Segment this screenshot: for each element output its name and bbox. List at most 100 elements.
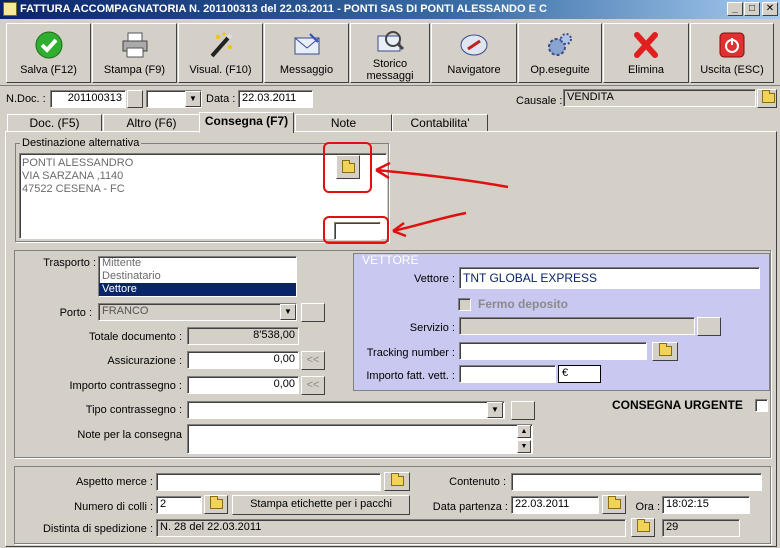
- ora-field[interactable]: 18:02:15: [662, 496, 750, 514]
- distinta-number-field: 29: [662, 519, 740, 537]
- ndoc-field[interactable]: 201100313: [50, 90, 126, 108]
- exit-label: Uscita (ESC): [700, 64, 764, 76]
- close-button[interactable]: ✕: [762, 2, 778, 16]
- consegna-urgente-label: CONSEGNA URGENTE: [612, 398, 743, 412]
- distinta-field: N. 28 del 22.03.2011: [156, 519, 626, 537]
- power-icon: [719, 32, 745, 58]
- causale-label: Causale :: [516, 95, 563, 107]
- importo-vettore-label: Importo fatt. vett. :: [366, 370, 455, 382]
- navigator-label: Navigatore: [447, 64, 501, 76]
- operations-button[interactable]: Op.eseguite: [518, 23, 602, 83]
- vettore-title: VETTORE: [362, 253, 419, 267]
- ora-label: Ora :: [635, 501, 660, 513]
- tipo-contrassegno-label: Tipo contrassegno :: [85, 404, 182, 416]
- tipo-contrassegno-combo[interactable]: [187, 401, 505, 419]
- colli-label: Numero di colli :: [74, 501, 153, 513]
- vettore-field[interactable]: TNT GLOBAL EXPRESS: [459, 267, 760, 289]
- tracking-lookup-button[interactable]: [652, 342, 678, 361]
- delete-button[interactable]: Elimina: [603, 23, 689, 83]
- assicurazione-back-button[interactable]: <<: [301, 351, 325, 370]
- assicurazione-field[interactable]: 0,00: [187, 351, 299, 369]
- aspetto-field[interactable]: [156, 473, 381, 491]
- minimize-button[interactable]: _: [727, 2, 743, 16]
- partenza-label: Data partenza :: [432, 501, 508, 513]
- folder-icon: [637, 519, 650, 532]
- red-x-icon: [634, 32, 658, 58]
- tab-altro[interactable]: Altro (F6): [103, 114, 200, 132]
- print-button[interactable]: Stampa (F9): [92, 23, 177, 83]
- trasporto-option-mittente[interactable]: Mittente: [99, 257, 296, 270]
- tipo-contrassegno-dropdown[interactable]: ▼: [487, 402, 503, 418]
- porto-dropdown[interactable]: ▼: [280, 304, 296, 320]
- ndoc-suffix-dropdown[interactable]: ▼: [185, 91, 201, 107]
- trasporto-listbox[interactable]: Mittente Destinatario Vettore: [98, 256, 297, 297]
- envelope-icon: [294, 33, 319, 55]
- colli-lookup-button[interactable]: [204, 495, 228, 514]
- consegna-urgente-checkbox[interactable]: [755, 399, 768, 412]
- contrassegno-field[interactable]: 0,00: [187, 376, 299, 394]
- tracking-label: Tracking number :: [366, 347, 455, 359]
- stampa-etichette-button[interactable]: Stampa etichette per i pacchi: [232, 495, 410, 515]
- visual-button[interactable]: Visual. (F10): [178, 23, 263, 83]
- message-history-button[interactable]: Storico messaggi: [350, 23, 430, 83]
- tracking-field[interactable]: [459, 342, 647, 360]
- trasporto-option-destinatario[interactable]: Destinatario: [99, 270, 296, 283]
- annotation-box-code: [323, 216, 389, 244]
- aspetto-label: Aspetto merce :: [75, 476, 153, 488]
- aspetto-lookup-button[interactable]: [384, 472, 410, 491]
- note-scroll-down[interactable]: ▼: [517, 440, 531, 453]
- ndoc-lookup-button[interactable]: [127, 90, 143, 108]
- porto-lookup-button[interactable]: [301, 303, 325, 322]
- currency-field[interactable]: €: [558, 365, 601, 383]
- folder-icon: [608, 496, 621, 509]
- tab-contabilita[interactable]: Contabilita': [392, 114, 488, 132]
- colli-field[interactable]: 2: [156, 496, 202, 514]
- tab-consegna[interactable]: Consegna (F7): [199, 112, 294, 133]
- contenuto-field[interactable]: [511, 473, 762, 491]
- navigator-button[interactable]: Navigatore: [431, 23, 517, 83]
- servizio-lookup-button[interactable]: [697, 317, 721, 336]
- folder-icon: [391, 473, 404, 486]
- printer-icon: [122, 32, 147, 58]
- fermo-deposito-checkbox[interactable]: [458, 298, 471, 311]
- tab-doc[interactable]: Doc. (F5): [7, 114, 102, 132]
- contrassegno-label: Importo contrassegno :: [69, 380, 182, 392]
- tipo-contrassegno-lookup-button[interactable]: [511, 401, 535, 420]
- trasporto-label: Trasporto :: [43, 257, 96, 269]
- partenza-field[interactable]: 22.03.2011: [511, 496, 599, 514]
- trasporto-option-vettore[interactable]: Vettore: [99, 283, 296, 296]
- servizio-combo[interactable]: [459, 317, 695, 335]
- window-title: FATTURA ACCOMPAGNATORIA N. 201100313 del…: [20, 3, 547, 15]
- assicurazione-label: Assicurazione :: [107, 355, 182, 367]
- note-consegna-field[interactable]: [187, 424, 533, 454]
- date-field[interactable]: 22.03.2011: [238, 90, 313, 108]
- distinta-lookup-button[interactable]: [631, 518, 655, 537]
- causale-field[interactable]: VENDITA: [563, 89, 756, 107]
- folder-icon: [210, 496, 223, 509]
- porto-combo[interactable]: FRANCO: [98, 303, 297, 321]
- message-button[interactable]: Messaggio: [264, 23, 349, 83]
- ndoc-label: N.Doc. :: [6, 93, 46, 105]
- contrassegno-back-button[interactable]: <<: [301, 376, 325, 395]
- visual-label: Visual. (F10): [189, 64, 252, 76]
- importo-vettore-field[interactable]: [459, 365, 556, 383]
- message-history-label-2: messaggi: [366, 70, 414, 82]
- operations-label: Op.eseguite: [530, 64, 590, 76]
- app-icon: [3, 2, 17, 16]
- distinta-label: Distinta di spedizione :: [42, 523, 153, 535]
- maximize-button[interactable]: □: [744, 2, 760, 16]
- folder-icon: [762, 90, 775, 103]
- exit-button[interactable]: Uscita (ESC): [690, 23, 774, 83]
- tab-note[interactable]: Note: [295, 114, 392, 132]
- vettore-label: Vettore :: [414, 273, 455, 285]
- totale-field: 8'538,00: [187, 327, 299, 345]
- data-label: Data :: [206, 93, 236, 105]
- totale-label: Totale documento :: [89, 331, 182, 343]
- save-button[interactable]: Salva (F12): [6, 23, 91, 83]
- note-scroll-up[interactable]: ▲: [517, 425, 531, 438]
- save-label: Salva (F12): [20, 64, 77, 76]
- partenza-lookup-button[interactable]: [602, 495, 626, 514]
- causale-lookup-button[interactable]: [757, 89, 777, 108]
- delete-label: Elimina: [627, 64, 665, 76]
- green-check-icon: [35, 31, 62, 59]
